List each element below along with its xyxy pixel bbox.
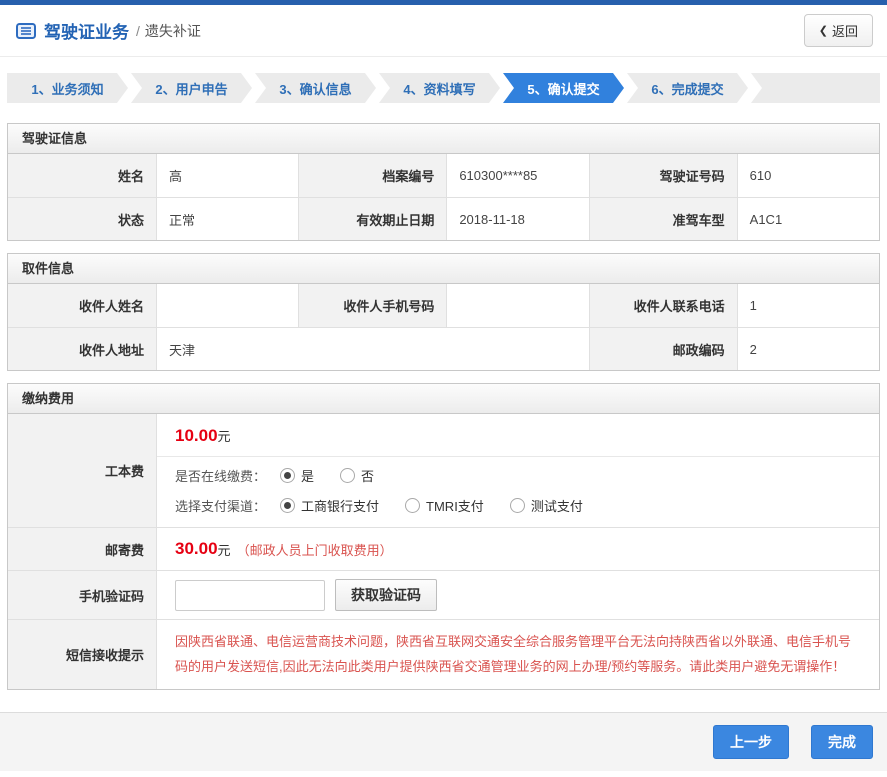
pay-channel-test-label: 测试支付 (531, 496, 583, 515)
recipient-name-value (156, 284, 298, 327)
step-6-finish-submit[interactable]: 6、完成提交 (627, 73, 748, 103)
mail-fee-unit: 元 (218, 540, 231, 559)
vehicle-class-label: 准驾车型 (589, 197, 737, 240)
recipient-phone-label: 收件人联系电话 (589, 284, 737, 327)
online-pay-question: 是否在线缴费： (175, 466, 266, 485)
license-info-table: 姓名 高 档案编号 610300****85 驾驶证号码 610 状态 正常 有… (8, 154, 879, 240)
postal-code-value: 2 (737, 327, 879, 370)
recipient-name-label: 收件人姓名 (8, 284, 156, 327)
step-5-confirm-submit[interactable]: 5、确认提交 (503, 73, 624, 103)
online-pay-no-label: 否 (361, 466, 374, 485)
page-title: 驾驶证业务 (44, 18, 129, 43)
file-number-value: 610300****85 (446, 154, 588, 197)
get-sms-code-button[interactable]: 获取验证码 (335, 579, 437, 611)
license-info-section: 驾驶证信息 姓名 高 档案编号 610300****85 驾驶证号码 610 状… (7, 123, 880, 241)
expiry-date-label: 有效期止日期 (298, 197, 446, 240)
sms-code-label: 手机验证码 (8, 570, 156, 619)
status-label: 状态 (8, 197, 156, 240)
page-header: 驾驶证业务 / 遗失补证 ❮ 返回 (0, 5, 887, 57)
recipient-address-value: 天津 (156, 327, 589, 370)
work-fee-amount-line: 10.00元 (157, 414, 879, 457)
footer-action-bar: 上一步 完成 (0, 712, 887, 771)
sms-code-input[interactable] (175, 580, 325, 611)
back-button-label: 返回 (832, 21, 858, 40)
recipient-phone-value: 1 (737, 284, 879, 327)
online-pay-option-yes[interactable]: 是 (280, 466, 314, 485)
step-2-user-declaration[interactable]: 2、用户申告 (131, 73, 252, 103)
work-fee-label: 工本费 (8, 414, 156, 527)
online-pay-option-no[interactable]: 否 (340, 466, 374, 485)
radio-no-icon[interactable] (340, 468, 355, 483)
radio-test-icon[interactable] (510, 498, 525, 513)
step-wizard: 1、业务须知 2、用户申告 3、确认信息 4、资料填写 5、确认提交 6、完成提… (7, 73, 880, 103)
chevron-left-icon: ❮ (819, 24, 828, 37)
name-value: 高 (156, 154, 298, 197)
wizard-tail (751, 73, 880, 103)
expiry-date-value: 2018-11-18 (446, 197, 588, 240)
breadcrumb-current: 遗失补证 (145, 23, 201, 39)
pay-channel-option-test[interactable]: 测试支付 (510, 496, 583, 515)
finish-button[interactable]: 完成 (811, 725, 873, 759)
file-number-label: 档案编号 (298, 154, 446, 197)
recipient-mobile-label: 收件人手机号码 (298, 284, 446, 327)
breadcrumb-slash: / (136, 23, 140, 39)
step-4-fill-data[interactable]: 4、资料填写 (379, 73, 500, 103)
payment-table: 工本费 10.00元 是否在线缴费： 是 否 选择支付渠道： (8, 414, 879, 689)
pay-channel-tmri-label: TMRI支付 (426, 496, 484, 515)
radio-yes-icon[interactable] (280, 468, 295, 483)
pay-channel-option-icbc[interactable]: 工商银行支付 (280, 496, 379, 515)
license-info-title: 驾驶证信息 (8, 124, 879, 154)
breadcrumb: / 遗失补证 (136, 21, 201, 41)
work-fee-cell: 10.00元 是否在线缴费： 是 否 选择支付渠道： 工商银行支付 (156, 414, 879, 527)
work-fee-unit: 元 (218, 429, 231, 444)
radio-icbc-icon[interactable] (280, 498, 295, 513)
pickup-info-table: 收件人姓名 收件人手机号码 收件人联系电话 1 收件人地址 天津 邮政编码 2 (8, 284, 879, 370)
vehicle-class-value: A1C1 (737, 197, 879, 240)
work-fee-amount: 10.00 (175, 426, 218, 445)
step-1-business-notice[interactable]: 1、业务须知 (7, 73, 128, 103)
pay-channel-question: 选择支付渠道： (175, 496, 266, 515)
name-label: 姓名 (8, 154, 156, 197)
sms-tip-label: 短信接收提示 (8, 619, 156, 689)
online-pay-yes-label: 是 (301, 466, 314, 485)
pay-channel-row: 选择支付渠道： 工商银行支付 TMRI支付 测试支付 (157, 487, 879, 527)
back-button[interactable]: ❮ 返回 (804, 14, 873, 47)
pay-channel-option-tmri[interactable]: TMRI支付 (405, 496, 484, 515)
payment-title: 缴纳费用 (8, 384, 879, 414)
mail-fee-value: 30.00元 （邮政人员上门收取费用） (156, 527, 879, 570)
online-pay-row: 是否在线缴费： 是 否 (157, 457, 879, 487)
recipient-mobile-value (446, 284, 588, 327)
mail-fee-note: （邮政人员上门收取费用） (237, 540, 393, 559)
pickup-info-title: 取件信息 (8, 254, 879, 284)
payment-section: 缴纳费用 工本费 10.00元 是否在线缴费： 是 否 选择支付渠道： (7, 383, 880, 690)
sms-code-cell: 获取验证码 (156, 570, 879, 619)
postal-code-label: 邮政编码 (589, 327, 737, 370)
license-number-value: 610 (737, 154, 879, 197)
license-business-icon (16, 23, 36, 39)
pay-channel-icbc-label: 工商银行支付 (301, 496, 379, 515)
previous-step-button[interactable]: 上一步 (713, 725, 789, 759)
license-number-label: 驾驶证号码 (589, 154, 737, 197)
mail-fee-label: 邮寄费 (8, 527, 156, 570)
radio-tmri-icon[interactable] (405, 498, 420, 513)
step-3-confirm-info[interactable]: 3、确认信息 (255, 73, 376, 103)
status-value: 正常 (156, 197, 298, 240)
mail-fee-amount: 30.00 (175, 539, 218, 559)
sms-tip-text: 因陕西省联通、电信运营商技术问题，陕西省互联网交通安全综合服务管理平台无法向持陕… (156, 619, 879, 689)
pickup-info-section: 取件信息 收件人姓名 收件人手机号码 收件人联系电话 1 收件人地址 天津 邮政… (7, 253, 880, 371)
recipient-address-label: 收件人地址 (8, 327, 156, 370)
